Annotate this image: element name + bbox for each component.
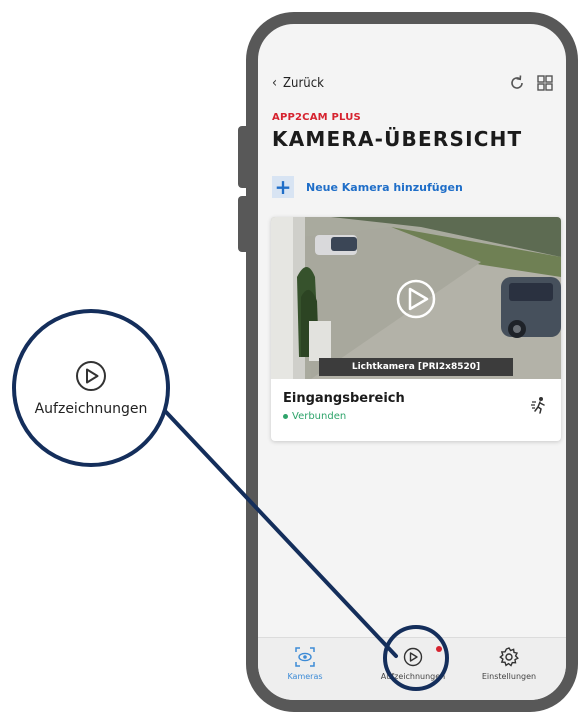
camera-overlay-label: Lichtkamera [PRI2x8520] xyxy=(319,358,513,376)
gear-icon xyxy=(499,647,519,667)
nav-item-aufzeichnungen[interactable]: Aufzeichnungen xyxy=(368,646,458,681)
back-label: Zurück xyxy=(283,75,324,91)
add-camera-button[interactable]: + Neue Kamera hinzufügen xyxy=(272,176,463,198)
nav-label: Einstellungen xyxy=(481,672,537,681)
play-icon xyxy=(76,361,106,391)
add-camera-label: Neue Kamera hinzufügen xyxy=(306,180,463,194)
nav-label: Kameras xyxy=(287,672,323,681)
grid-view-icon[interactable] xyxy=(536,74,554,92)
camera-status: Verbunden xyxy=(283,411,346,422)
nav-item-kameras[interactable]: Kameras xyxy=(260,646,350,681)
chevron-left-icon: ‹ xyxy=(272,75,278,91)
page-title: KAMERA-ÜBERSICHT xyxy=(272,127,523,151)
callout-label: Aufzeichnungen xyxy=(34,401,148,417)
camera-status-label: Verbunden xyxy=(292,411,347,422)
play-icon xyxy=(403,647,423,667)
nav-item-einstellungen[interactable]: Einstellungen xyxy=(464,646,554,681)
camera-name: Eingangsbereich xyxy=(283,391,405,406)
brand-label: APP2CAM PLUS xyxy=(272,112,361,123)
app-screen: ‹ Zurück APP2CAM PLUS KAMERA-ÜBERSICHT + xyxy=(258,24,566,700)
back-button[interactable]: ‹ Zurück xyxy=(272,75,324,91)
nav-label: Aufzeichnungen xyxy=(380,672,446,681)
callout-zoom-circle: Aufzeichnungen xyxy=(12,309,170,467)
notification-badge xyxy=(436,646,442,652)
bottom-nav: Kameras Aufzeichnungen Einstellungen xyxy=(258,637,566,700)
motion-sensor-icon[interactable] xyxy=(529,395,549,415)
status-dot xyxy=(283,414,288,419)
camera-card[interactable]: Lichtkamera [PRI2x8520] Eingangsbereich … xyxy=(271,217,561,441)
phone-frame: ‹ Zurück APP2CAM PLUS KAMERA-ÜBERSICHT + xyxy=(246,12,578,712)
camera-preview[interactable] xyxy=(271,217,561,379)
top-bar: ‹ Zurück xyxy=(272,72,554,94)
refresh-icon[interactable] xyxy=(508,74,526,92)
plus-icon: + xyxy=(272,176,294,198)
camera-icon xyxy=(295,647,315,667)
